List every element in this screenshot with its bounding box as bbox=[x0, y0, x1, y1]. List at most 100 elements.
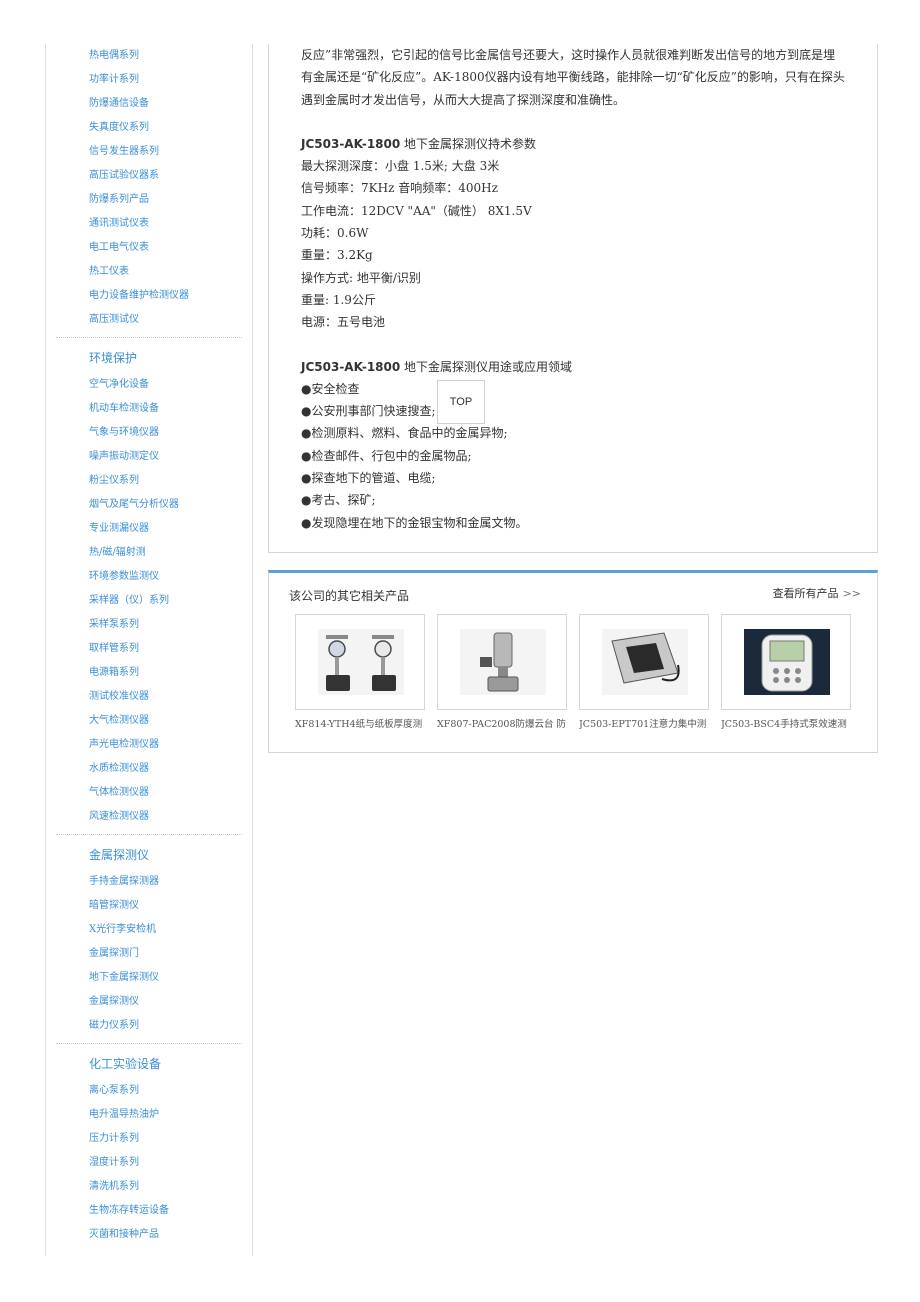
use-line: ●公安刑事部门快速搜查; bbox=[301, 404, 436, 419]
sidebar-item[interactable]: 气体检测仪器 bbox=[46, 781, 252, 805]
description-text: 反应”非常强烈，它引起的信号比金属信号还要大，这时操作人员就很难判断发出信号的地… bbox=[301, 44, 849, 534]
product-thumbnail-frame[interactable] bbox=[579, 614, 709, 710]
sidebar-item[interactable]: 电源箱系列 bbox=[46, 661, 252, 685]
intro-paragraph: 反应”非常强烈，它引起的信号比金属信号还要大，这时操作人员就很难判断发出信号的地… bbox=[301, 44, 849, 111]
spec-model: JC503-AK-1800 bbox=[301, 136, 401, 151]
spec-line: 最大探测深度：小盘 1.5米; 大盘 3米 bbox=[301, 159, 500, 174]
related-product-card[interactable]: XF814-YTH4纸与纸板厚度测 bbox=[295, 614, 425, 730]
use-line: ●发现隐埋在地下的金银宝物和金属文物。 bbox=[301, 515, 528, 530]
sidebar-category-heading[interactable]: 化工实验设备 bbox=[46, 1049, 252, 1079]
spec-line: 电源：五号电池 bbox=[301, 315, 386, 330]
spec-line: 工作电流：12DCV "AA"（碱性） 8X1.5V bbox=[301, 203, 532, 218]
sidebar-item[interactable]: 金属探测仪 bbox=[46, 990, 252, 1014]
sidebar-item[interactable]: 热电偶系列 bbox=[46, 44, 252, 68]
sidebar-item[interactable]: 高压测试仪 bbox=[46, 308, 252, 332]
use-model: JC503-AK-1800 bbox=[301, 359, 401, 374]
sidebar-item[interactable]: 生物冻存转运设备 bbox=[46, 1199, 252, 1223]
sidebar-item[interactable]: 湿度计系列 bbox=[46, 1151, 252, 1175]
sidebar-item[interactable]: 灭菌和接种产品 bbox=[46, 1223, 252, 1247]
sidebar-item[interactable]: 热/磁/辐射测 bbox=[46, 541, 252, 565]
sidebar-item[interactable]: 电升温导热油炉 bbox=[46, 1103, 252, 1127]
sidebar-item[interactable]: 专业测漏仪器 bbox=[46, 517, 252, 541]
sidebar-item[interactable]: 粉尘仪系列 bbox=[46, 469, 252, 493]
product-thumbnail-frame[interactable] bbox=[295, 614, 425, 710]
double-chevron-right-icon: >> bbox=[842, 587, 861, 600]
sidebar-item[interactable]: 防爆系列产品 bbox=[46, 188, 252, 212]
sidebar-item[interactable]: 采样泵系列 bbox=[46, 613, 252, 637]
use-list: ●安全检查 ●公安刑事部门快速搜查; ●检测原料、燃料、食品中的金属异物; ●检… bbox=[301, 378, 849, 534]
sidebar-item[interactable]: 大气检测仪器 bbox=[46, 709, 252, 733]
sidebar-item[interactable]: 电力设备维护检测仪器 bbox=[46, 284, 252, 308]
sidebar-divider bbox=[56, 1043, 242, 1044]
sidebar-item[interactable]: 手持金属探测器 bbox=[46, 870, 252, 894]
sidebar-item[interactable]: 空气净化设备 bbox=[46, 373, 252, 397]
sidebar-item[interactable]: 环境参数监测仪 bbox=[46, 565, 252, 589]
sidebar-item[interactable]: 噪声振动测定仪 bbox=[46, 445, 252, 469]
intro-line: 遇到金属时才发出信号，从而大大提高了探测深度和准确性。 bbox=[301, 92, 626, 107]
sidebar-item[interactable]: 高压试验仪器系 bbox=[46, 164, 252, 188]
sidebar-item[interactable]: 磁力仪系列 bbox=[46, 1014, 252, 1038]
sidebar-item[interactable]: 金属探测门 bbox=[46, 942, 252, 966]
related-products-title: 该公司的其它相关产品 bbox=[289, 589, 410, 603]
product-thumbnail-frame[interactable] bbox=[437, 614, 567, 710]
explosion-proof-pan-tilt-image bbox=[460, 629, 546, 695]
related-product-name[interactable]: JC503-BSC4手持式泵效速测 bbox=[721, 716, 853, 730]
spec-line: 信号频率：7KHz 音响频率：400Hz bbox=[301, 181, 498, 196]
related-products-panel: 该公司的其它相关产品 查看所有产品 >> XF814-YTH4纸与纸板厚度测 X… bbox=[268, 570, 878, 753]
sidebar-item[interactable]: 失真度仪系列 bbox=[46, 116, 252, 140]
attention-tester-image bbox=[602, 629, 688, 695]
spec-line: 重量：3.2Kg bbox=[301, 248, 373, 263]
sidebar-item[interactable]: 烟气及尾气分析仪器 bbox=[46, 493, 252, 517]
sidebar-item[interactable]: 信号发生器系列 bbox=[46, 140, 252, 164]
intro-line: 有金属还是“矿化反应”。AK-1800仪器内设有地平衡线路，能排除一切“矿化反应… bbox=[301, 70, 845, 85]
sidebar-item[interactable]: 热工仪表 bbox=[46, 260, 252, 284]
sidebar-item[interactable]: 功率计系列 bbox=[46, 68, 252, 92]
sidebar-item[interactable]: 防爆通信设备 bbox=[46, 92, 252, 116]
sidebar-divider bbox=[56, 834, 242, 835]
sidebar-item[interactable]: 气象与环境仪器 bbox=[46, 421, 252, 445]
sidebar-item[interactable]: X光行李安检机 bbox=[46, 918, 252, 942]
intro-line: 反应”非常强烈，它引起的信号比金属信号还要大，这时操作人员就很难判断发出信号的地… bbox=[301, 48, 836, 62]
related-product-card[interactable]: JC503-EPT701注意力集中测 bbox=[579, 614, 709, 730]
view-all-products-link[interactable]: 查看所有产品 >> bbox=[773, 585, 861, 601]
sidebar-item[interactable]: 机动车检测设备 bbox=[46, 397, 252, 421]
spec-heading-text: 地下金属探测仪持术参数 bbox=[400, 136, 537, 151]
product-thumbnail-frame[interactable] bbox=[721, 614, 851, 710]
related-product-name[interactable]: JC503-EPT701注意力集中测 bbox=[579, 716, 711, 730]
sidebar-item[interactable]: 测试校准仪器 bbox=[46, 685, 252, 709]
use-heading: JC503-AK-1800 地下金属探测仪用途或应用领域 bbox=[301, 356, 849, 378]
sidebar-item[interactable]: 清洗机系列 bbox=[46, 1175, 252, 1199]
sidebar-category-heading[interactable]: 金属探测仪 bbox=[46, 840, 252, 870]
use-line: ●检测原料、燃料、食品中的金属异物; bbox=[301, 426, 508, 441]
thickness-gauge-image bbox=[318, 629, 404, 695]
spec-list: 最大探测深度：小盘 1.5米; 大盘 3米 信号频率：7KHz 音响频率：400… bbox=[301, 155, 849, 333]
sidebar-item[interactable]: 地下金属探测仪 bbox=[46, 966, 252, 990]
sidebar-item[interactable]: 风速检测仪器 bbox=[46, 805, 252, 829]
spec-line: 操作方式: 地平衡/识别 bbox=[301, 270, 421, 285]
sidebar-item[interactable]: 离心泵系列 bbox=[46, 1079, 252, 1103]
use-line: ●探查地下的管道、电缆; bbox=[301, 471, 436, 486]
sidebar-item[interactable]: 水质检测仪器 bbox=[46, 757, 252, 781]
category-sidebar: 热电偶系列 功率计系列 防爆通信设备 失真度仪系列 信号发生器系列 高压试验仪器系 防爆系列… bbox=[45, 44, 253, 1256]
product-description-panel: 反应”非常强烈，它引起的信号比金属信号还要大，这时操作人员就很难判断发出信号的地… bbox=[268, 44, 878, 553]
use-line: ●考古、探矿; bbox=[301, 493, 376, 508]
handheld-pump-tester-image bbox=[744, 629, 830, 695]
use-line: ●安全检查 bbox=[301, 381, 360, 396]
sidebar-item[interactable]: 通讯测试仪表 bbox=[46, 212, 252, 236]
sidebar-category-heading[interactable]: 环境保护 bbox=[46, 343, 252, 373]
sidebar-item[interactable]: 压力计系列 bbox=[46, 1127, 252, 1151]
sidebar-divider bbox=[56, 337, 242, 338]
use-line: ●检查邮件、行包中的金属物品; bbox=[301, 448, 472, 463]
back-to-top-button[interactable]: TOP bbox=[437, 380, 485, 424]
sidebar-item[interactable]: 暗管探测仪 bbox=[46, 894, 252, 918]
sidebar-item[interactable]: 取样管系列 bbox=[46, 637, 252, 661]
use-heading-text: 地下金属探测仪用途或应用领域 bbox=[400, 359, 573, 374]
spec-line: 功耗：0.6W bbox=[301, 226, 369, 241]
sidebar-item[interactable]: 声光电检测仪器 bbox=[46, 733, 252, 757]
related-product-name[interactable]: XF814-YTH4纸与纸板厚度测 bbox=[295, 716, 427, 730]
related-product-name[interactable]: XF807-PAC2008防爆云台 防 bbox=[437, 716, 569, 730]
sidebar-item[interactable]: 采样器（仪）系列 bbox=[46, 589, 252, 613]
sidebar-item[interactable]: 电工电气仪表 bbox=[46, 236, 252, 260]
related-product-card[interactable]: JC503-BSC4手持式泵效速测 bbox=[721, 614, 851, 730]
related-product-card[interactable]: XF807-PAC2008防爆云台 防 bbox=[437, 614, 567, 730]
